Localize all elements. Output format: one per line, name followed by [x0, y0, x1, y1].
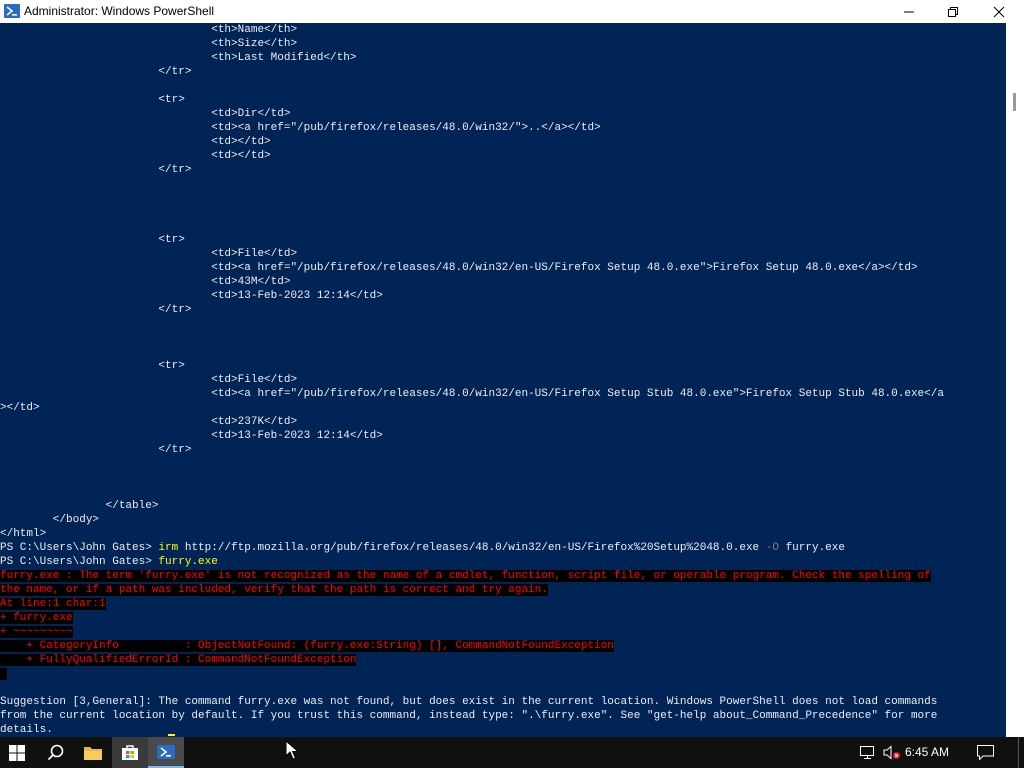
- notifications-button[interactable]: [972, 737, 1000, 768]
- error-text: [0, 668, 7, 680]
- console-line: </tr>: [0, 66, 192, 78]
- scrollbar-thumb[interactable]: [1013, 93, 1016, 111]
- search-button[interactable]: [36, 737, 74, 768]
- console-line: <th>Name</th>: [0, 24, 298, 36]
- command-line: PS C:\Users\John Gates> furry.exe: [0, 555, 218, 569]
- search-icon: [47, 744, 64, 761]
- prompt: PS C:\Users\John Gates>: [0, 556, 159, 568]
- restore-icon: [948, 7, 958, 17]
- taskbar-clock[interactable]: 6:45 AM: [905, 745, 949, 759]
- store-button[interactable]: [112, 737, 148, 768]
- console-line: <td><a href="/pub/firefox/releases/48.0/…: [0, 262, 918, 274]
- action-center-icon: [977, 745, 994, 760]
- volume-tray-button[interactable]: [880, 737, 904, 768]
- console-line: <td>13-Feb-2023 12:14</td>: [0, 430, 383, 442]
- console-line: <td>13-Feb-2023 12:14</td>: [0, 290, 383, 302]
- command-argument: http://ftp.mozilla.org/pub/firefox/relea…: [178, 542, 760, 554]
- console-line: <th>Last Modified</th>: [0, 52, 357, 64]
- console-line: <td></td>: [0, 136, 271, 148]
- console-line: <tr>: [0, 360, 185, 372]
- console-line: <td>File</td>: [0, 374, 298, 386]
- network-icon: [860, 746, 874, 759]
- taskbar: 6:45 AM: [0, 737, 1024, 768]
- minimize-button[interactable]: [886, 0, 932, 23]
- console-line: <td>237K</td>: [0, 416, 298, 428]
- console-line: <tr>: [0, 234, 185, 246]
- console-line: </tr>: [0, 304, 192, 316]
- error-line: the name, or if a path was included, ver…: [0, 583, 548, 597]
- error-line: + furry.exe: [0, 611, 73, 625]
- command-line: PS C:\Users\John Gates> irm http://ftp.m…: [0, 541, 845, 555]
- command-parameter-value: furry.exe: [778, 542, 845, 554]
- error-text: At line:1 char:1: [0, 598, 106, 610]
- console-line: </tr>: [0, 164, 192, 176]
- speaker-muted-icon: [883, 745, 900, 760]
- command-name: irm: [158, 542, 179, 554]
- window-title: Administrator: Windows PowerShell: [24, 4, 215, 18]
- text-cursor: [168, 734, 175, 736]
- start-button[interactable]: [0, 737, 36, 768]
- show-desktop-button[interactable]: [1018, 737, 1024, 768]
- console-line: <td>Dir</td>: [0, 108, 291, 120]
- error-text: + CategoryInfo : ObjectNotFound: (furry.…: [0, 640, 614, 652]
- mouse-pointer-icon: [285, 740, 299, 760]
- powershell-icon: [4, 4, 20, 18]
- suggestion-line: details.: [0, 724, 53, 736]
- console-line: <td></td>: [0, 150, 271, 162]
- network-tray-button[interactable]: [856, 737, 880, 768]
- error-text: + ~~~~~~~~~: [0, 626, 73, 638]
- console-line: </table>: [0, 500, 159, 512]
- console-line: <td><a href="/pub/firefox/releases/48.0/…: [0, 388, 944, 400]
- error-line: + ~~~~~~~~~: [0, 625, 73, 639]
- close-button[interactable]: [976, 0, 1022, 23]
- error-line: furry.exe : The term 'furry.exe' is not …: [0, 569, 931, 583]
- prompt: PS C:\Users\John Gates>: [0, 542, 159, 554]
- error-line: At line:1 char:1: [0, 597, 106, 611]
- error-line: + CategoryInfo : ObjectNotFound: (furry.…: [0, 639, 614, 653]
- error-line: + FullyQualifiedErrorId : CommandNotFoun…: [0, 653, 357, 667]
- store-bag-icon: [122, 745, 138, 760]
- powershell-taskbar-button[interactable]: [148, 737, 184, 768]
- console-line: <td>File</td>: [0, 248, 298, 260]
- error-text: + FullyQualifiedErrorId : CommandNotFoun…: [0, 654, 357, 666]
- title-bar[interactable]: Administrator: Windows PowerShell: [0, 0, 1024, 23]
- console-line: <th>Size</th>: [0, 38, 298, 50]
- console-line: </tr>: [0, 444, 192, 456]
- command-name: furry.exe: [158, 556, 218, 568]
- command-parameter: -O: [759, 542, 779, 554]
- windows-logo-icon: [9, 745, 25, 761]
- suggestion-line: Suggestion [3,General]: The command furr…: [0, 696, 938, 708]
- file-explorer-button[interactable]: [74, 737, 112, 768]
- vertical-scrollbar[interactable]: [1006, 23, 1024, 737]
- console-line: <tr>: [0, 94, 185, 106]
- error-text: furry.exe : The term 'furry.exe' is not …: [0, 570, 931, 582]
- folder-icon: [84, 747, 102, 760]
- error-text: the name, or if a path was included, ver…: [0, 584, 548, 596]
- console-output[interactable]: <th>Name</th> <th>Size</th> <th>Last Mod…: [0, 23, 1006, 737]
- powershell-icon: [157, 745, 175, 759]
- console-line: </body>: [0, 514, 100, 526]
- console-line: </html>: [0, 528, 47, 540]
- minimize-icon: [904, 11, 914, 13]
- maximize-button[interactable]: [930, 0, 976, 23]
- console-line: <td>43M</td>: [0, 276, 291, 288]
- error-text: + furry.exe: [0, 612, 73, 624]
- console-line: <td><a href="/pub/firefox/releases/48.0/…: [0, 122, 601, 134]
- console-line: ></td>: [0, 402, 40, 414]
- suggestion-line: from the current location by default. If…: [0, 710, 938, 722]
- close-icon: [993, 6, 1005, 18]
- error-line: [0, 667, 7, 681]
